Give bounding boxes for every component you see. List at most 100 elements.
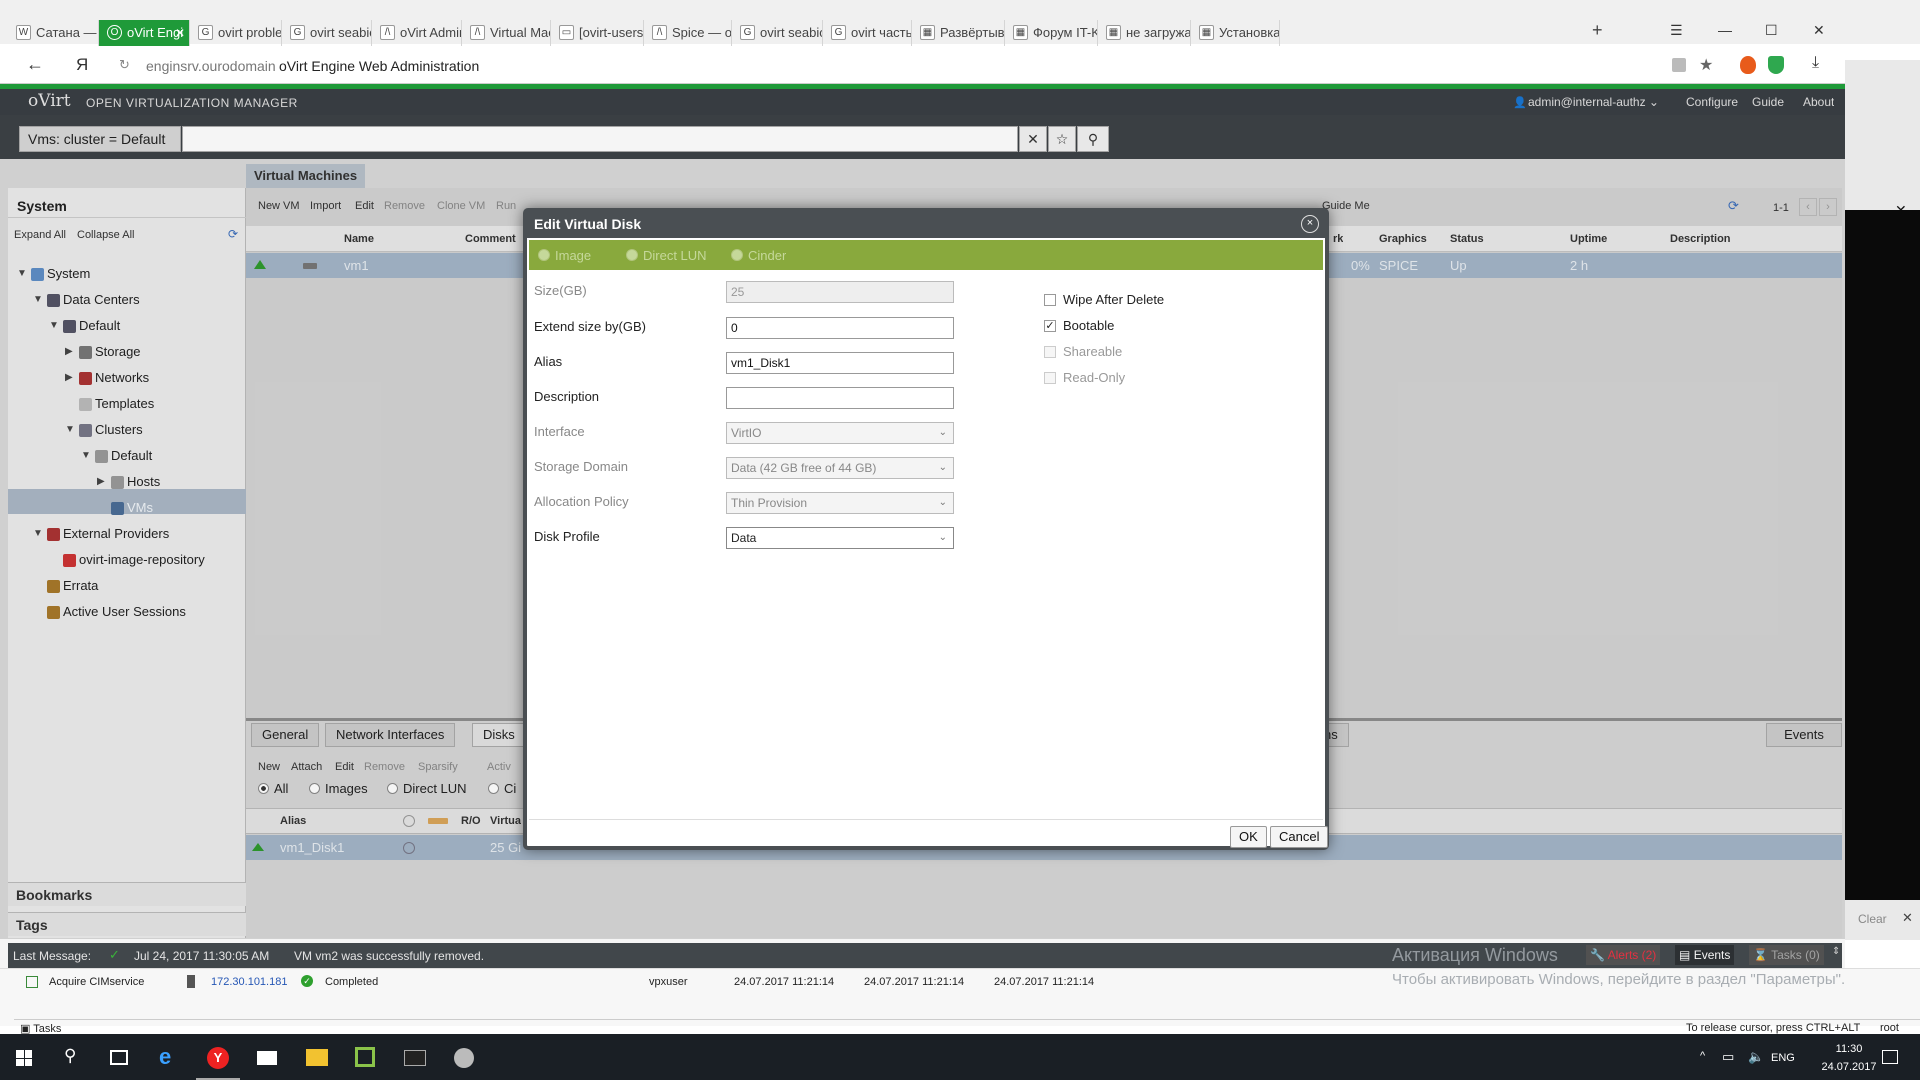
checkbox-label: Read-Only bbox=[1063, 370, 1126, 385]
cmd-icon[interactable] bbox=[404, 1050, 426, 1066]
tab-favicon: /\ bbox=[470, 25, 485, 40]
tab-favicon: G bbox=[831, 25, 846, 40]
tab-label: Развёртыван bbox=[940, 25, 1005, 40]
tab-favicon: ▦ bbox=[1013, 25, 1028, 40]
field-label: Interface bbox=[534, 424, 585, 439]
chevron-down-icon: ⌄ bbox=[938, 532, 947, 543]
disk-profile-select[interactable]: Data ⌄ bbox=[726, 527, 954, 549]
notifications-icon[interactable] bbox=[1882, 1050, 1898, 1064]
ie-icon[interactable]: e bbox=[159, 1044, 171, 1070]
browser-tab[interactable]: /\ Spice — oVir bbox=[644, 20, 732, 46]
completed-check-icon: ✓ bbox=[301, 975, 313, 987]
url-page-title[interactable]: oVirt Engine Web Administration bbox=[279, 58, 479, 74]
tab-close-icon[interactable]: ✕ bbox=[175, 20, 185, 46]
browser-tab[interactable]: ▦ Установка о bbox=[1191, 20, 1280, 46]
tab-favicon: O bbox=[107, 25, 122, 40]
tab-favicon: G bbox=[290, 25, 305, 40]
browser-tab[interactable]: Govirt seabios bbox=[282, 20, 372, 46]
browser-tab[interactable]: ▭ [ovirt-users] bbox=[551, 20, 644, 46]
clock-date[interactable]: 24.07.2017 bbox=[1819, 1061, 1879, 1073]
checkbox-0[interactable] bbox=[1044, 294, 1056, 306]
disk-type-lun-radio[interactable] bbox=[626, 249, 638, 261]
tasks-footer bbox=[14, 1019, 1920, 1020]
browser-tab[interactable]: Govirt problem bbox=[190, 20, 282, 46]
browser-tab[interactable]: Govirt часть 1 bbox=[823, 20, 912, 46]
tab-label: не загружает bbox=[1126, 25, 1191, 40]
tab-favicon: ▦ bbox=[1199, 25, 1214, 40]
field-label: Size(GB) bbox=[534, 283, 587, 298]
tab-favicon: /\ bbox=[652, 25, 667, 40]
new-tab-button[interactable]: + bbox=[1592, 20, 1603, 41]
search-taskbar-icon[interactable]: ⚲ bbox=[64, 1046, 76, 1066]
field-value: VirtIO bbox=[731, 426, 762, 440]
back-button[interactable]: ← bbox=[26, 54, 44, 75]
download-icon[interactable]: ⤓ bbox=[1812, 54, 1819, 72]
browser-tab[interactable]: /\ oVirt Admini bbox=[372, 20, 462, 46]
checkbox-3 bbox=[1044, 372, 1056, 384]
browser-tab[interactable]: W Сатана — Ви bbox=[8, 20, 99, 46]
field-label: Extend size by(GB) bbox=[534, 319, 646, 334]
disk-type-lun-label: Direct LUN bbox=[643, 248, 707, 263]
mail-icon[interactable] bbox=[257, 1051, 277, 1065]
windows-start-icon[interactable] bbox=[16, 1050, 32, 1066]
browser-tab[interactable]: ▦ не загружает bbox=[1098, 20, 1191, 46]
input-language[interactable]: ENG bbox=[1771, 1052, 1795, 1064]
close-icon[interactable]: × bbox=[1301, 215, 1319, 233]
tab-favicon: ▦ bbox=[1106, 25, 1121, 40]
browser-tab[interactable]: Govirt seabios bbox=[732, 20, 823, 46]
maximize-button[interactable]: ☐ bbox=[1765, 22, 1778, 39]
browser-tab[interactable]: ▦ Форум IT-KB bbox=[1005, 20, 1098, 46]
field-value: Data (42 GB free of 44 GB) bbox=[731, 461, 877, 475]
ok-button[interactable]: OK bbox=[1230, 826, 1267, 848]
bookmark-star-icon[interactable]: ★ bbox=[1699, 55, 1713, 75]
task-view-icon[interactable] bbox=[110, 1050, 128, 1065]
tab-label: Virtual Mach bbox=[490, 25, 550, 40]
vsphere-icon[interactable] bbox=[355, 1047, 375, 1067]
browser-tab[interactable]: ▦ Развёртыван bbox=[912, 20, 1005, 46]
file-explorer-icon[interactable] bbox=[306, 1049, 328, 1066]
close-panel-icon[interactable]: ✕ bbox=[1902, 910, 1913, 926]
checkbox-1[interactable]: ✓ bbox=[1044, 320, 1056, 332]
server-icon bbox=[187, 975, 195, 988]
chevron-up-icon[interactable]: ^ bbox=[1700, 1050, 1705, 1062]
field-value: Data bbox=[731, 531, 757, 545]
tab-label: Сатана — Ви bbox=[36, 25, 98, 40]
url-domain[interactable]: enginsrv.ourodomain bbox=[146, 58, 276, 74]
browser-menu-button[interactable]: ☰ bbox=[1670, 22, 1683, 39]
tab-favicon: G bbox=[198, 25, 213, 40]
clock-time[interactable]: 11:30 bbox=[1819, 1043, 1879, 1055]
extension-icon[interactable] bbox=[1740, 56, 1756, 74]
task-completed-time: 24.07.2017 11:21:14 bbox=[994, 976, 1095, 988]
tab-favicon: ▦ bbox=[920, 25, 935, 40]
size-field: 25 bbox=[726, 281, 954, 303]
shield-icon[interactable] bbox=[1768, 56, 1784, 74]
alias-input[interactable]: vm1_Disk1 bbox=[726, 352, 954, 374]
extend-size-input[interactable]: 0 bbox=[726, 317, 954, 339]
tab-label: oVirt Admini bbox=[400, 25, 461, 40]
browser-tab[interactable]: OoVirt Engi ✕ bbox=[99, 20, 190, 46]
tab-favicon: /\ bbox=[380, 25, 395, 40]
field-value: 0 bbox=[731, 321, 738, 335]
yandex-icon[interactable]: Я bbox=[76, 55, 88, 75]
volume-icon[interactable]: 🔈 bbox=[1748, 1049, 1764, 1065]
yandex-browser-icon[interactable]: Y bbox=[207, 1047, 229, 1069]
cancel-button[interactable]: Cancel bbox=[1270, 826, 1329, 848]
task-target-link[interactable]: 172.30.101.181 bbox=[211, 976, 287, 988]
browser-tab[interactable]: /\ Virtual Mach bbox=[462, 20, 551, 46]
close-window-button[interactable]: ✕ bbox=[1813, 22, 1825, 39]
minimize-button[interactable]: — bbox=[1718, 22, 1732, 38]
remote-viewer-icon[interactable] bbox=[454, 1048, 474, 1068]
field-value: 25 bbox=[731, 285, 745, 299]
select-field: Thin Provision ⌄ bbox=[726, 492, 954, 514]
dialog-title: Edit Virtual Disk bbox=[527, 212, 1325, 238]
lock-icon[interactable] bbox=[1672, 58, 1686, 72]
tab-label: Установка о bbox=[1219, 25, 1280, 40]
clear-button[interactable]: Clear bbox=[1858, 912, 1887, 926]
edit-virtual-disk-dialog: Edit Virtual Disk × Image Direct LUN Cin… bbox=[523, 208, 1329, 850]
description-input[interactable] bbox=[726, 387, 954, 409]
disk-type-image-radio[interactable] bbox=[538, 249, 550, 261]
reload-icon[interactable]: ↻ bbox=[119, 57, 130, 73]
disk-type-cinder-radio[interactable] bbox=[731, 249, 743, 261]
field-label: Disk Profile bbox=[534, 529, 600, 544]
network-icon[interactable]: ▭ bbox=[1722, 1049, 1734, 1065]
